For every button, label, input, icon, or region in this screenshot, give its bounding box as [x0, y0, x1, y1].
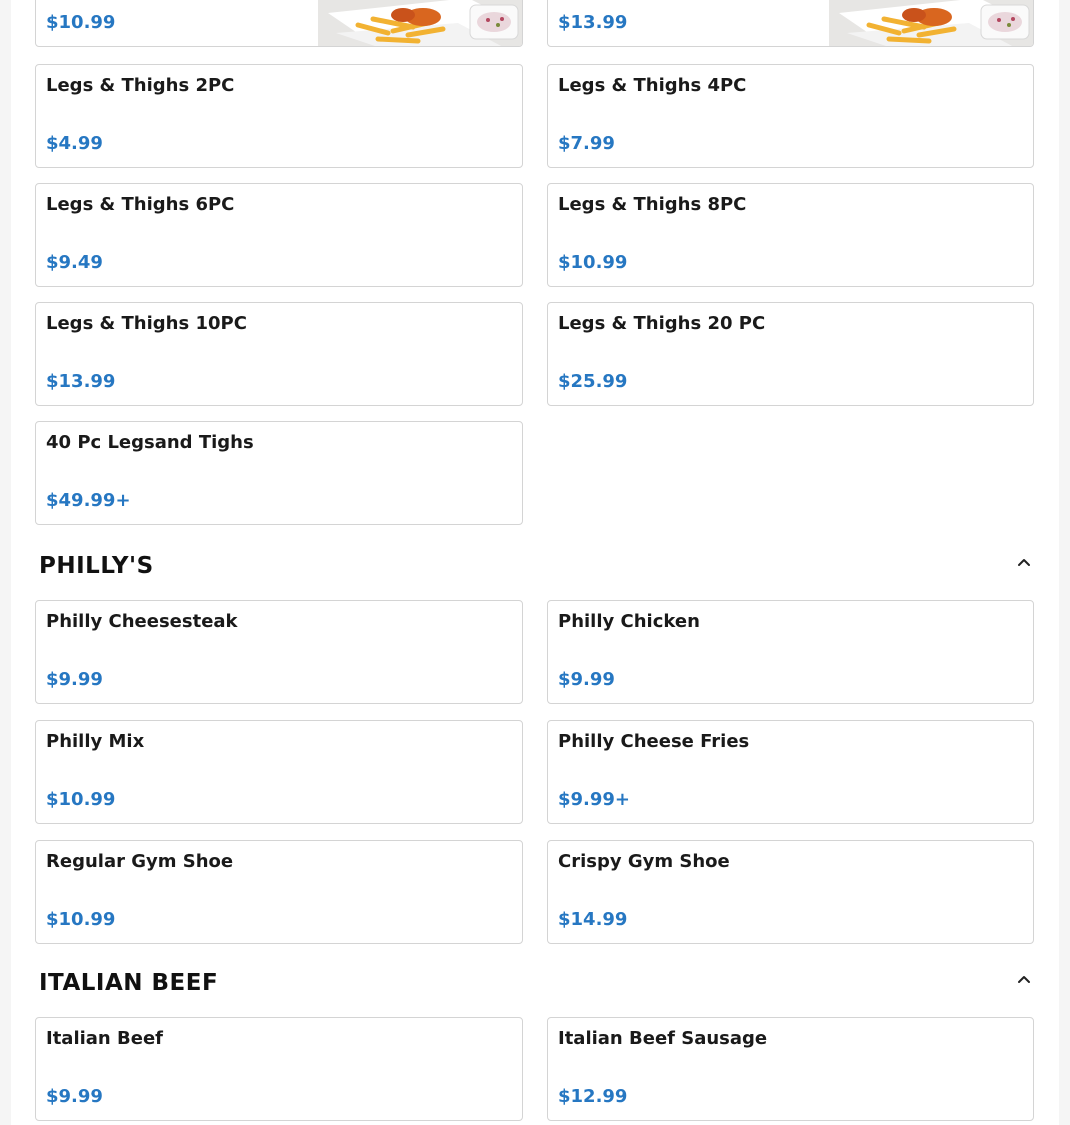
menu-item-price: $13.99 — [46, 371, 116, 392]
wings-and-fries-photo — [318, 0, 522, 46]
menu-item-price: $10.99 — [46, 909, 116, 930]
section-title: ITALIAN BEEF — [39, 970, 219, 996]
menu-item-name: Philly Mix — [46, 731, 145, 752]
menu-item-name: Italian Beef Sausage — [558, 1028, 768, 1049]
menu-item-card[interactable]: $13.99 — [547, 0, 1034, 47]
chevron-up-icon[interactable] — [1014, 970, 1034, 990]
section-header-phillys: PHILLY'S — [39, 553, 1034, 593]
menu-item-card[interactable]: Legs & Thighs 10PC $13.99 — [35, 302, 523, 406]
menu-item-name: Legs & Thighs 6PC — [46, 194, 235, 215]
menu-item-price: $13.99 — [558, 12, 628, 33]
menu-item-card[interactable]: Philly Mix $10.99 — [35, 720, 523, 824]
menu-item-price: $49.99+ — [46, 490, 131, 511]
menu-item-name: Legs & Thighs 10PC — [46, 313, 247, 334]
menu-item-price: $9.99 — [46, 1086, 103, 1107]
menu-item-name: Philly Chicken — [558, 611, 700, 632]
menu-item-card[interactable]: $10.99 — [35, 0, 523, 47]
section-title: PHILLY'S — [39, 553, 154, 579]
menu-item-price: $9.99 — [558, 669, 615, 690]
menu-item-card[interactable]: Philly Cheese Fries $9.99+ — [547, 720, 1034, 824]
menu-item-name: Legs & Thighs 2PC — [46, 75, 235, 96]
chevron-up-icon[interactable] — [1014, 553, 1034, 573]
wings-and-fries-photo — [829, 0, 1033, 46]
menu-item-name: Legs & Thighs 20 PC — [558, 313, 766, 334]
menu-item-price: $7.99 — [558, 133, 615, 154]
menu-item-name: Italian Beef — [46, 1028, 163, 1049]
menu-item-price: $4.99 — [46, 133, 103, 154]
menu-item-card[interactable]: 40 Pc Legsand Tighs $49.99+ — [35, 421, 523, 525]
menu-item-card[interactable]: Philly Cheesesteak $9.99 — [35, 600, 523, 704]
menu-item-name: Philly Cheesesteak — [46, 611, 238, 632]
menu-item-card[interactable]: Legs & Thighs 6PC $9.49 — [35, 183, 523, 287]
menu-item-price: $10.99 — [46, 789, 116, 810]
menu-item-name: Legs & Thighs 4PC — [558, 75, 747, 96]
menu-item-card[interactable]: Regular Gym Shoe $10.99 — [35, 840, 523, 944]
menu-item-price: $9.99+ — [558, 789, 631, 810]
menu-item-card[interactable]: Italian Beef $9.99 — [35, 1017, 523, 1121]
menu-item-card[interactable]: Legs & Thighs 20 PC $25.99 — [547, 302, 1034, 406]
menu-item-price: $14.99 — [558, 909, 628, 930]
menu-item-name: Regular Gym Shoe — [46, 851, 234, 872]
phillys-items: Philly Cheesesteak $9.99 Philly Chicken … — [35, 600, 1034, 944]
menu-item-name: Legs & Thighs 8PC — [558, 194, 747, 215]
menu-item-name: Philly Cheese Fries — [558, 731, 750, 752]
menu-item-name: Crispy Gym Shoe — [558, 851, 730, 872]
menu-item-card[interactable]: Philly Chicken $9.99 — [547, 600, 1034, 704]
menu-item-card[interactable]: Crispy Gym Shoe $14.99 — [547, 840, 1034, 944]
menu-item-card[interactable]: Legs & Thighs 8PC $10.99 — [547, 183, 1034, 287]
italian-beef-items: Italian Beef $9.99 Italian Beef Sausage … — [35, 1017, 1034, 1121]
menu-item-price: $9.49 — [46, 252, 103, 273]
menu-item-card[interactable]: Italian Beef Sausage $12.99 — [547, 1017, 1034, 1121]
menu-item-card[interactable]: Legs & Thighs 2PC $4.99 — [35, 64, 523, 168]
menu-item-price: $25.99 — [558, 371, 628, 392]
menu-item-price: $9.99 — [46, 669, 103, 690]
menu-item-card[interactable]: Legs & Thighs 4PC $7.99 — [547, 64, 1034, 168]
menu-page: $10.99 $13.99 Legs & Thighs 2PC $4.99 Le… — [11, 0, 1059, 1125]
menu-item-price: $10.99 — [558, 252, 628, 273]
section-header-italian-beef: ITALIAN BEEF — [39, 970, 1034, 1010]
menu-item-price: $10.99 — [46, 12, 116, 33]
menu-item-name: 40 Pc Legsand Tighs — [46, 432, 254, 453]
legs-thighs-items: Legs & Thighs 2PC $4.99 Legs & Thighs 4P… — [35, 64, 1034, 525]
menu-item-price: $12.99 — [558, 1086, 628, 1107]
